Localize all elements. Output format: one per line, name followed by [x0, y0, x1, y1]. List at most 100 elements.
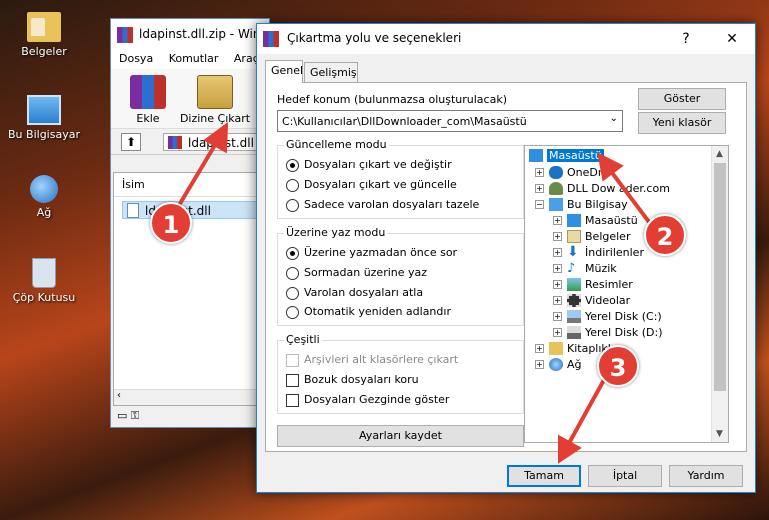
radio-extract-replace[interactable]: Dosyaları çıkart ve değiştir [286, 158, 452, 174]
archive-menu-bar: Dosya Komutlar Araçla [111, 49, 269, 69]
tree-node-user[interactable]: DLL Dow ader.com [549, 181, 670, 197]
new-folder-button[interactable]: Yeni klasör [638, 112, 726, 134]
expand-icon[interactable]: + [553, 312, 562, 321]
misc-group: Çeşitli Arşivleri alt klasörlere çıkart … [277, 333, 524, 414]
download-icon: ⬇ [567, 244, 579, 260]
tree-node-documents[interactable]: Belgeler [567, 229, 630, 245]
ok-button[interactable]: Tamam [507, 465, 581, 487]
add-archive-icon [130, 75, 166, 109]
checkbox-extract-to-subfolders[interactable]: Arşivleri alt klasörlere çıkart [286, 353, 458, 369]
expand-icon[interactable]: + [553, 248, 562, 257]
tree-node-onedrive[interactable]: OneDr [549, 165, 602, 181]
desktop-icon-label: Bu Bilgisayar [8, 128, 80, 141]
archive-window-title: ldapinst.dll.zip - Win [111, 19, 269, 49]
tree-node-disk-c[interactable]: Yerel Disk (C:) [567, 309, 662, 325]
tree-node-music[interactable]: ♪ Müzik [567, 261, 617, 277]
archive-toolbar: Ekle Dizine Çıkart [111, 69, 269, 129]
target-location-label: Hedef konum (bulunmazsa oluşturulacak) [277, 93, 507, 106]
tree-node-network[interactable]: Ağ [549, 357, 582, 373]
general-tab-panel: Hedef konum (bulunmazsa oluşturulacak) C… [265, 82, 747, 452]
computer-icon [549, 198, 563, 211]
target-path-combobox[interactable]: C:\Kullanıcılar\DllDownloader_com\Masaüs… [277, 110, 623, 132]
desktop-icon-bu-bilgisayar[interactable]: Bu Bilgisayar [4, 95, 84, 141]
tree-node-this-pc[interactable]: Bu Bilgisay [549, 197, 628, 213]
close-icon[interactable]: ✕ [709, 24, 755, 54]
video-icon [567, 294, 581, 307]
file-row[interactable]: ldapinst.dll [122, 201, 268, 219]
expand-icon[interactable]: + [553, 216, 562, 225]
horizontal-scrollbar[interactable]: ‹ [114, 389, 268, 405]
radio-ask-before-overwrite[interactable]: Üzerine yazmadan önce sor [286, 246, 457, 262]
checkbox-show-in-explorer[interactable]: Dosyaları Gezginde göster [286, 393, 449, 409]
cancel-button[interactable]: İptal [588, 465, 662, 487]
expand-icon[interactable]: + [553, 296, 562, 305]
winrar-icon [168, 136, 182, 149]
step-marker-3: 3 [597, 345, 639, 387]
drive-key-icon: ▭ ⚿ [117, 409, 140, 422]
collapse-icon[interactable]: − [535, 200, 544, 209]
tree-node-downloads[interactable]: ⬇ İndirilenler [567, 245, 644, 261]
tree-node-pc-desktop[interactable]: Masaüstü [567, 213, 638, 229]
computer-icon [27, 95, 61, 125]
expand-icon[interactable]: + [535, 344, 544, 353]
show-button[interactable]: Göster [638, 88, 726, 110]
pictures-icon [567, 278, 581, 291]
help-button[interactable]: Yardım [669, 465, 743, 487]
radio-freshen-existing[interactable]: Sadece varolan dosyaları tazele [286, 198, 479, 214]
desktop-icon-belgeler[interactable]: Belgeler [4, 12, 84, 58]
archive-address-bar: ⬆ ldapinst.dll [111, 129, 273, 155]
radio-auto-rename[interactable]: Otomatik yeniden adlandır [286, 305, 451, 321]
desktop-icon-cop-kutusu[interactable]: Çöp Kutusu [4, 258, 84, 304]
expand-icon[interactable]: + [535, 184, 544, 193]
update-mode-group: Güncelleme modu Dosyaları çıkart ve deği… [277, 138, 524, 219]
tree-vertical-scrollbar[interactable]: ▲ ▼ [711, 146, 728, 442]
save-settings-button[interactable]: Ayarları kaydet [277, 425, 524, 447]
expand-icon[interactable]: + [535, 168, 544, 177]
expand-icon[interactable]: + [553, 280, 562, 289]
tab-genel[interactable]: Genel [265, 60, 303, 83]
desktop-icon-label: Ağ [36, 206, 52, 219]
dll-file-icon [127, 203, 139, 218]
winrar-icon [263, 31, 279, 47]
scroll-up-icon[interactable]: ▲ [716, 149, 723, 159]
tree-node-pictures[interactable]: Resimler [567, 277, 633, 293]
drive-icon [567, 326, 581, 339]
radio-skip-existing[interactable]: Varolan dosyaları atla [286, 286, 423, 302]
expand-icon[interactable]: + [553, 232, 562, 241]
extract-to-button[interactable]: Dizine Çıkart [179, 75, 251, 125]
checkbox-keep-broken-files[interactable]: Bozuk dosyaları koru [286, 373, 419, 389]
add-button[interactable]: Ekle [123, 75, 173, 125]
dialog-title: Çıkartma yolu ve seçenekleri [287, 31, 462, 45]
recycle-bin-icon [32, 258, 56, 288]
tree-node-desktop[interactable]: Masaüstü [529, 148, 604, 164]
up-folder-icon[interactable]: ⬆ [121, 133, 141, 151]
help-title-button[interactable]: ? [663, 24, 709, 54]
tree-node-disk-d[interactable]: Yerel Disk (D:) [567, 325, 663, 341]
tab-gelismis[interactable]: Gelişmiş [304, 62, 358, 82]
scrollbar-thumb[interactable] [714, 163, 726, 391]
overwrite-mode-group: Üzerine yaz modu Üzerine yazmadan önce s… [277, 226, 524, 326]
expand-icon[interactable]: + [553, 264, 562, 273]
libraries-icon [549, 342, 563, 355]
step-marker-2: 2 [644, 214, 686, 256]
desktop-icon-label: Belgeler [21, 45, 67, 58]
radio-overwrite-without-prompt[interactable]: Sormadan üzerine yaz [286, 266, 427, 282]
menu-dosya[interactable]: Dosya [119, 52, 153, 65]
expand-icon[interactable]: + [553, 328, 562, 337]
scroll-down-icon[interactable]: ▼ [716, 429, 723, 439]
desktop-icon-label: Çöp Kutusu [12, 291, 76, 304]
menu-komutlar[interactable]: Komutlar [169, 52, 219, 65]
folder-tree: Masaüstü + OneDr + DLL Dow ader.com − Bu… [524, 145, 729, 443]
archive-status-bar: ▭ ⚿ [113, 407, 269, 425]
expand-icon[interactable]: + [535, 360, 544, 369]
extract-icon [197, 75, 233, 109]
music-icon: ♪ [567, 261, 576, 276]
tree-node-videos[interactable]: Videolar [567, 293, 630, 309]
desktop-icon-ag[interactable]: Ağ [4, 175, 84, 219]
column-header-name[interactable]: İsim [114, 173, 268, 197]
folder-icon [27, 12, 61, 42]
chevron-down-icon[interactable]: ⌄ [610, 113, 618, 124]
overwrite-mode-title: Üzerine yaz modu [284, 226, 388, 239]
misc-title: Çeşitli [284, 333, 322, 346]
radio-extract-update[interactable]: Dosyaları çıkart ve güncelle [286, 178, 457, 194]
